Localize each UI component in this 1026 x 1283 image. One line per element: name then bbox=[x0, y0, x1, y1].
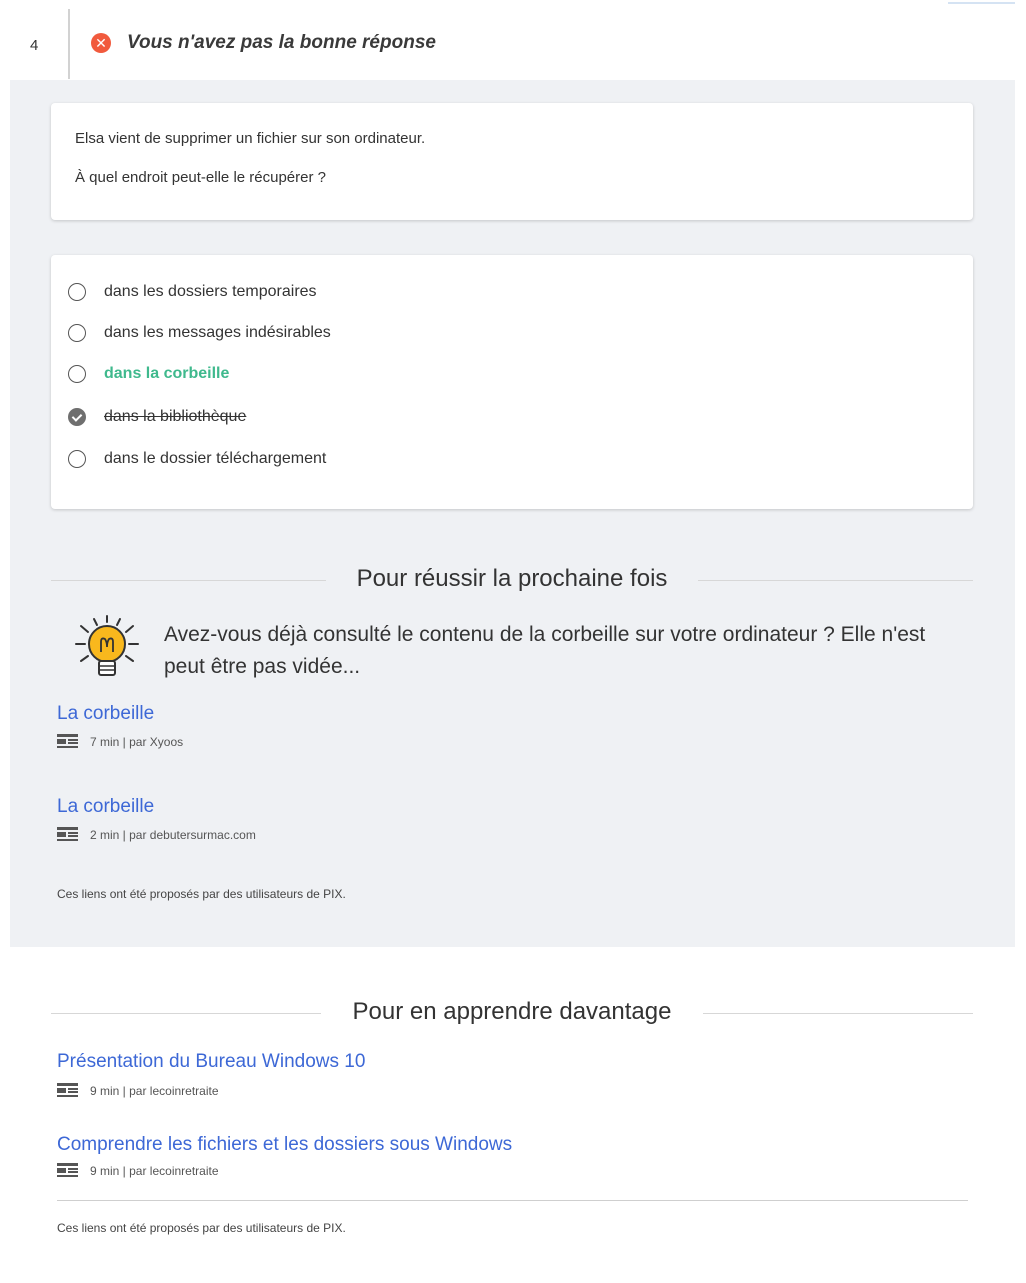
article-icon bbox=[57, 827, 78, 841]
learn-more-heading: Pour en apprendre davantage bbox=[51, 998, 973, 1028]
answer-label: dans le dossier téléchargement bbox=[104, 450, 327, 467]
question-card: Elsa vient de supprimer un fichier sur s… bbox=[51, 103, 973, 220]
header-divider bbox=[68, 9, 70, 79]
learn-more-meta-text: 9 min | par lecoinretraite bbox=[90, 1084, 219, 1098]
question-text: Elsa vient de supprimer un fichier sur s… bbox=[75, 130, 426, 147]
result-message: Vous n'avez pas la bonne réponse bbox=[127, 32, 436, 53]
tutorial-meta-text: 2 min | par debutersurmac.com bbox=[90, 828, 256, 842]
learn-more-link[interactable]: Présentation du Bureau Windows 10 bbox=[57, 1051, 365, 1073]
result-header: 4 ✕ Vous n'avez pas la bonne réponse bbox=[10, 4, 1015, 80]
radio-button[interactable] bbox=[68, 365, 86, 383]
article-icon bbox=[57, 734, 78, 748]
error-x-icon: ✕ bbox=[91, 33, 111, 53]
answer-option[interactable]: dans les messages indésirables bbox=[68, 321, 331, 345]
correct-answer-label: dans la corbeille bbox=[104, 365, 230, 382]
learn-more-credit: Ces liens ont été proposés par des utili… bbox=[57, 1221, 346, 1235]
tutorial-link[interactable]: La corbeille bbox=[57, 703, 154, 725]
radio-button[interactable] bbox=[68, 450, 86, 468]
lightbulb-icon bbox=[75, 615, 139, 676]
article-icon bbox=[57, 1163, 78, 1177]
radio-button[interactable] bbox=[68, 324, 86, 342]
wrong-answer-label: dans la bibliothèque bbox=[104, 408, 247, 425]
divider bbox=[57, 1200, 968, 1201]
answer-option[interactable]: dans les dossiers temporaires bbox=[68, 280, 317, 304]
tutorial-meta: 7 min | par Xyoos bbox=[57, 734, 183, 750]
answers-card: dans les dossiers temporaires dans les m… bbox=[51, 255, 973, 509]
learn-more-meta-text: 9 min | par lecoinretraite bbox=[90, 1164, 219, 1178]
tutorial-section-heading: Pour réussir la prochaine fois bbox=[51, 565, 973, 595]
answer-option-selected-wrong[interactable]: dans la bibliothèque bbox=[68, 405, 246, 429]
checked-radio-icon[interactable] bbox=[68, 408, 86, 426]
hint-text: Avez-vous déjà consulté le contenu de la… bbox=[164, 623, 926, 678]
tutorial-credit: Ces liens ont été proposés par des utili… bbox=[57, 887, 346, 901]
tutorial-section-title: Pour réussir la prochaine fois bbox=[356, 565, 668, 592]
radio-button[interactable] bbox=[68, 283, 86, 301]
answer-option-correct[interactable]: dans la corbeille bbox=[68, 362, 229, 386]
tutorial-meta-text: 7 min | par Xyoos bbox=[90, 735, 184, 749]
learn-more-title: Pour en apprendre davantage bbox=[352, 998, 672, 1025]
tutorial-link[interactable]: La corbeille bbox=[57, 796, 154, 818]
learn-more-meta: 9 min | par lecoinretraite bbox=[57, 1163, 219, 1179]
answer-label: dans les dossiers temporaires bbox=[104, 283, 317, 300]
learn-more-meta: 9 min | par lecoinretraite bbox=[57, 1083, 219, 1099]
tutorial-meta: 2 min | par debutersurmac.com bbox=[57, 827, 256, 843]
answer-label: dans les messages indésirables bbox=[104, 324, 331, 341]
article-icon bbox=[57, 1083, 78, 1097]
learn-more-link[interactable]: Comprendre les fichiers et les dossiers … bbox=[57, 1134, 512, 1156]
answer-option[interactable]: dans le dossier téléchargement bbox=[68, 447, 326, 471]
question-number: 4 bbox=[30, 37, 39, 54]
question-prompt: À quel endroit peut-elle le récupérer ? bbox=[75, 169, 326, 186]
